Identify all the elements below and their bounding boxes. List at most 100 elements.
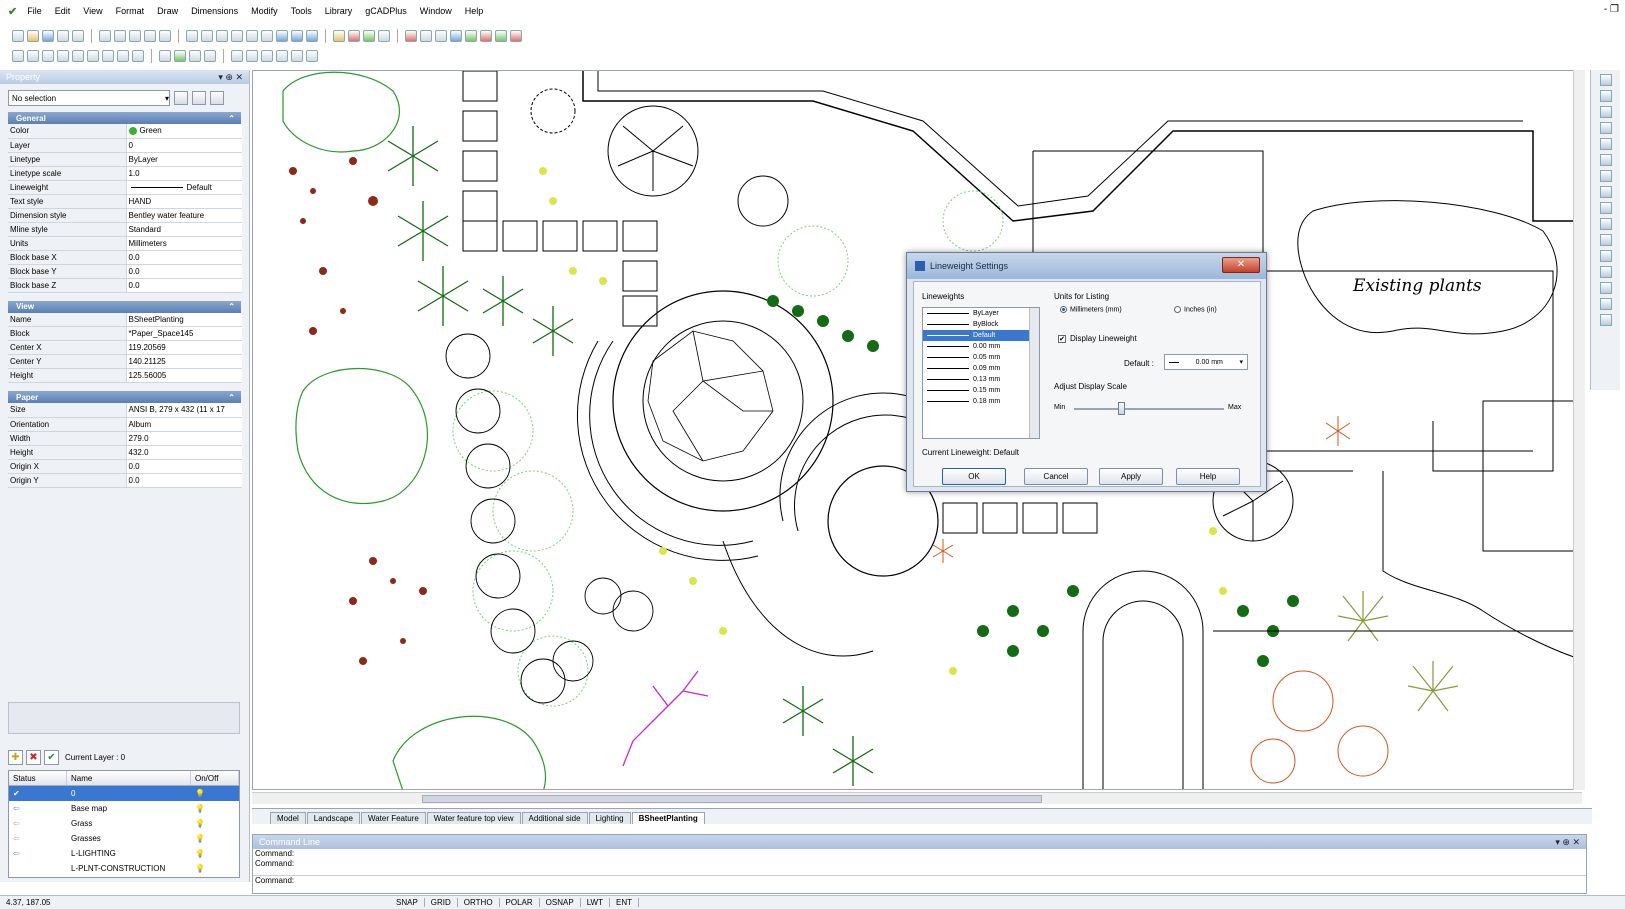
- prop-value[interactable]: 119.20569: [125, 340, 242, 355]
- viewport-icon[interactable]: [276, 30, 288, 42]
- viewport-2-icon[interactable]: [291, 30, 303, 42]
- rectangle-icon[interactable]: [87, 50, 99, 62]
- menu-library[interactable]: Library: [325, 6, 353, 16]
- panel-controls[interactable]: ▾ ⊕ ✕: [218, 72, 243, 83]
- ent-toggle[interactable]: ENT: [610, 898, 639, 907]
- vertical-scrollbar[interactable]: [1573, 70, 1585, 790]
- prop-value[interactable]: 125.56005: [125, 368, 242, 383]
- tab-lighting[interactable]: Lighting: [588, 812, 631, 824]
- block-icon[interactable]: [450, 30, 462, 42]
- freehand-icon[interactable]: [72, 50, 84, 62]
- list-item[interactable]: 0.09 mm: [923, 363, 1039, 374]
- bulb-icon[interactable]: 💡: [191, 789, 239, 798]
- prop-value[interactable]: HAND: [125, 194, 242, 209]
- print-icon[interactable]: [57, 30, 69, 42]
- list-scrollbar[interactable]: [1029, 308, 1039, 438]
- selection-dropdown[interactable]: No selection ▾: [8, 90, 170, 106]
- leader-icon[interactable]: [291, 50, 303, 62]
- break-icon[interactable]: [1599, 298, 1612, 310]
- circle-icon[interactable]: [102, 50, 114, 62]
- stretch-icon[interactable]: [1599, 266, 1612, 278]
- menu-help[interactable]: Help: [465, 6, 484, 16]
- mtext-icon[interactable]: [174, 50, 186, 62]
- image-icon[interactable]: [480, 30, 492, 42]
- scale-slider-thumb[interactable]: [1118, 402, 1125, 415]
- prop-value[interactable]: BSheetPlanting: [125, 312, 242, 327]
- list-item[interactable]: 0.15 mm: [923, 385, 1039, 396]
- menu-tools[interactable]: Tools: [291, 6, 312, 16]
- zoom-extents-icon[interactable]: [231, 30, 243, 42]
- offset-icon[interactable]: [1599, 170, 1612, 182]
- lineweight-list[interactable]: ByLayer ByBlock Default 0.00 mm 0.05 mm …: [922, 307, 1040, 439]
- prop-value[interactable]: 0.0: [125, 459, 242, 474]
- polar-toggle[interactable]: POLAR: [500, 898, 540, 907]
- prop-value[interactable]: Millimeters: [125, 236, 242, 251]
- polyline-icon[interactable]: [27, 50, 39, 62]
- prop-value[interactable]: ANSI B, 279 x 432 (11 x 17: [125, 403, 242, 418]
- viewport-3-icon[interactable]: [306, 30, 318, 42]
- cancel-button[interactable]: Cancel: [1024, 468, 1088, 485]
- prop-value[interactable]: Default: [125, 180, 242, 195]
- list-item[interactable]: ByBlock: [923, 319, 1039, 330]
- measure-icon[interactable]: [306, 50, 318, 62]
- dialog-titlebar[interactable]: Lineweight Settings: [907, 253, 1266, 279]
- menu-format[interactable]: Format: [116, 6, 145, 16]
- lineweight-icon[interactable]: [435, 30, 447, 42]
- select-objects-icon[interactable]: [192, 91, 206, 105]
- dimension-radius-icon[interactable]: [276, 50, 288, 62]
- ok-button[interactable]: OK: [942, 468, 1006, 485]
- prop-value[interactable]: 0.0: [125, 264, 242, 279]
- copy-icon[interactable]: [114, 30, 126, 42]
- tab-bsheetplanting[interactable]: BSheetPlanting: [631, 812, 705, 824]
- hatch-icon[interactable]: [465, 30, 477, 42]
- close-button[interactable]: ✕: [1222, 257, 1260, 273]
- zoom-in-icon[interactable]: [186, 30, 198, 42]
- open-icon[interactable]: [27, 30, 39, 42]
- linetype-icon[interactable]: [420, 30, 432, 42]
- pickadd-icon[interactable]: [210, 91, 224, 105]
- array-icon[interactable]: [1599, 282, 1612, 294]
- menu-window[interactable]: Window: [420, 6, 452, 16]
- zoom-previous-icon[interactable]: [246, 30, 258, 42]
- text-icon[interactable]: [159, 50, 171, 62]
- list-item[interactable]: 0.00 mm: [923, 341, 1039, 352]
- erase-icon[interactable]: [1599, 74, 1612, 86]
- hatch-draw-icon[interactable]: [204, 50, 216, 62]
- chamfer-icon[interactable]: [1599, 234, 1612, 246]
- library-icon[interactable]: [510, 30, 522, 42]
- copy-object-icon[interactable]: [1599, 90, 1612, 102]
- save-icon[interactable]: [42, 30, 54, 42]
- menu-file[interactable]: File: [27, 6, 42, 16]
- prop-value[interactable]: Album: [125, 417, 242, 432]
- command-input[interactable]: Command:: [253, 875, 1586, 885]
- prop-value[interactable]: 279.0: [125, 431, 242, 446]
- arc-icon[interactable]: [117, 50, 129, 62]
- prop-value[interactable]: Standard: [125, 222, 242, 237]
- join-icon[interactable]: [1599, 314, 1612, 326]
- layer-row[interactable]: ⇦ Base map 💡: [9, 801, 239, 816]
- prop-value[interactable]: 0.0: [125, 473, 242, 488]
- spline-icon[interactable]: [57, 50, 69, 62]
- grid-toggle[interactable]: GRID: [425, 898, 458, 907]
- tab-landscape[interactable]: Landscape: [306, 812, 360, 824]
- bulb-icon[interactable]: 💡: [191, 819, 239, 828]
- insert-block-icon[interactable]: [189, 50, 201, 62]
- redo-icon[interactable]: [159, 30, 171, 42]
- matchprop-icon[interactable]: [363, 30, 375, 42]
- menu-edit[interactable]: Edit: [55, 6, 71, 16]
- menu-view[interactable]: View: [83, 6, 102, 16]
- prop-value[interactable]: *Paper_Space145: [125, 326, 242, 341]
- prop-value[interactable]: 0.0: [125, 250, 242, 265]
- list-item[interactable]: 0.05 mm: [923, 352, 1039, 363]
- paste-icon[interactable]: [129, 30, 141, 42]
- set-current-icon[interactable]: ✔: [44, 749, 59, 765]
- scroll-thumb[interactable]: [422, 795, 1042, 803]
- menu-modify[interactable]: Modify: [251, 6, 278, 16]
- default-lineweight-dropdown[interactable]: 0.00 mm ▾: [1164, 354, 1248, 370]
- layer-row[interactable]: ✔ 0 💡: [9, 786, 239, 801]
- explode-icon[interactable]: [1599, 250, 1612, 262]
- radio-inches[interactable]: Inches (in): [1174, 306, 1217, 313]
- osnap-toggle[interactable]: OSNAP: [540, 898, 581, 907]
- column-status[interactable]: Status: [9, 771, 67, 785]
- apply-button[interactable]: Apply: [1099, 468, 1163, 485]
